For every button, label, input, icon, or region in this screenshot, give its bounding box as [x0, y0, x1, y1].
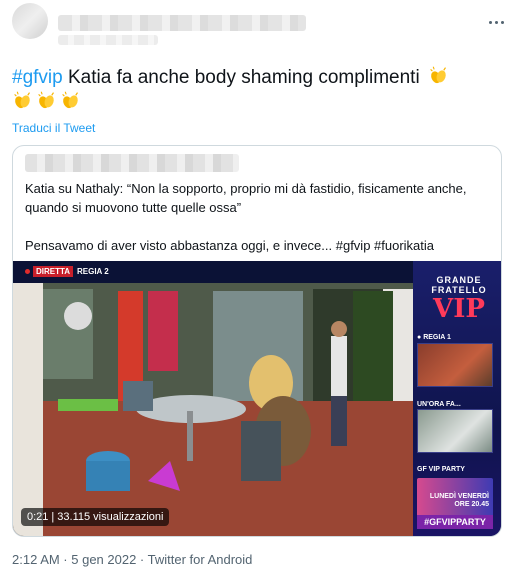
quoted-tweet[interactable]: Katia su Nathaly: “Non la sopporto, prop… [12, 145, 502, 537]
translate-tweet-link[interactable]: Traduci il Tweet [12, 121, 95, 135]
tweet-timestamp[interactable]: 2:12 AM · 5 gen 2022 · Twitter for Andro… [12, 552, 252, 567]
clapping-hands-icon [12, 90, 33, 111]
side-thumb-unora [417, 409, 493, 453]
blurred-display-name[interactable] [58, 15, 306, 31]
side-unora-label: UN'ORA FA... [417, 401, 461, 408]
clapping-hands-icon [36, 90, 57, 111]
side-regia-label: ● REGIA 1 [417, 334, 451, 341]
quoted-blurred-author [25, 154, 239, 172]
quoted-text-line1: Katia su Nathaly: “Non la sopporto, prop… [25, 181, 467, 215]
video-views: 33.115 visualizzazioni [57, 511, 164, 523]
tweet-body: Katia fa anche body shaming complimenti [62, 67, 420, 88]
video-time-and-views: 0:21 | 33.115 visualizzazioni [21, 508, 170, 526]
live-badge: DIRETTA [25, 266, 74, 277]
regia-label: REGIA 2 [77, 267, 109, 276]
party-schedule: LUNEDÌ VENERDÌ ORE 20.45 [429, 493, 489, 508]
quoted-text-line2: Pensavamo di aver visto abbastanza oggi,… [25, 238, 435, 253]
side-party-label: GF VIP PARTY [417, 466, 465, 473]
more-options-icon[interactable] [486, 14, 506, 30]
tweet-text: #gfvip Katia fa anche body shaming compl… [12, 65, 492, 115]
video-time: 0:21 [27, 511, 49, 523]
grande-fratello-vip-logo: GRANDE FRATELLO VIP [431, 275, 487, 324]
avatar[interactable] [12, 3, 48, 39]
tweet-header [0, 0, 515, 60]
blurred-username [58, 35, 158, 45]
hashtag-link[interactable]: #gfvip [12, 67, 63, 88]
clapping-hands-icon [60, 90, 81, 111]
side-thumb-regia [417, 343, 493, 387]
video-player[interactable]: DIRETTA REGIA 2 GRANDE FRATELLO VIP ● RE… [13, 261, 501, 536]
video-frame [13, 261, 413, 536]
quoted-tweet-text: Katia su Nathaly: “Non la sopporto, prop… [25, 179, 491, 274]
gfvipparty-tag: #GFVIPPARTY [417, 515, 493, 529]
clapping-hands-icon [428, 65, 449, 86]
tv-scene-image [13, 283, 413, 536]
